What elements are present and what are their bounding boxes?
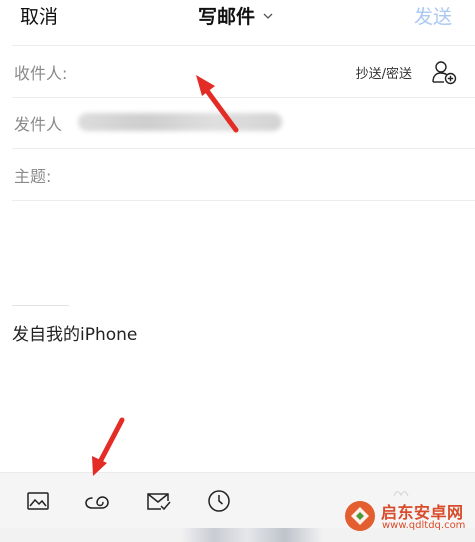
cc-bcc-button[interactable]: 抄送/密送 [356, 63, 412, 82]
subject-field[interactable]: 主题: [12, 149, 475, 201]
attachment-icon[interactable] [84, 488, 110, 514]
compose-header: 取消 写邮件 发送 [0, 0, 475, 46]
signature-text[interactable]: 发自我的iPhone [12, 320, 137, 345]
add-contact-icon[interactable] [430, 58, 458, 86]
chevron-down-icon [263, 13, 273, 19]
from-field[interactable]: 发件人 [12, 97, 475, 149]
send-button[interactable]: 发送 [414, 2, 452, 29]
page-title: 写邮件 [198, 6, 256, 28]
signature-divider [12, 305, 69, 306]
to-field[interactable]: 收件人: 抄送/密送 [12, 45, 475, 98]
title-dropdown[interactable]: 写邮件 [198, 2, 274, 29]
watermark: 启东安卓网 www.qdltdq.com [343, 495, 473, 539]
watermark-url: www.qdltdq.com [382, 520, 466, 531]
subject-label: 主题: [14, 167, 52, 186]
image-icon[interactable] [25, 488, 51, 514]
sender-address-blurred [78, 113, 282, 131]
from-label: 发件人 [14, 115, 63, 134]
to-label: 收件人: [14, 64, 68, 83]
mail-check-icon[interactable] [145, 488, 171, 514]
clock-icon[interactable] [206, 488, 232, 514]
cancel-button[interactable]: 取消 [20, 2, 58, 29]
arrow-to-attachment [92, 417, 125, 476]
watermark-logo-icon [345, 501, 375, 531]
